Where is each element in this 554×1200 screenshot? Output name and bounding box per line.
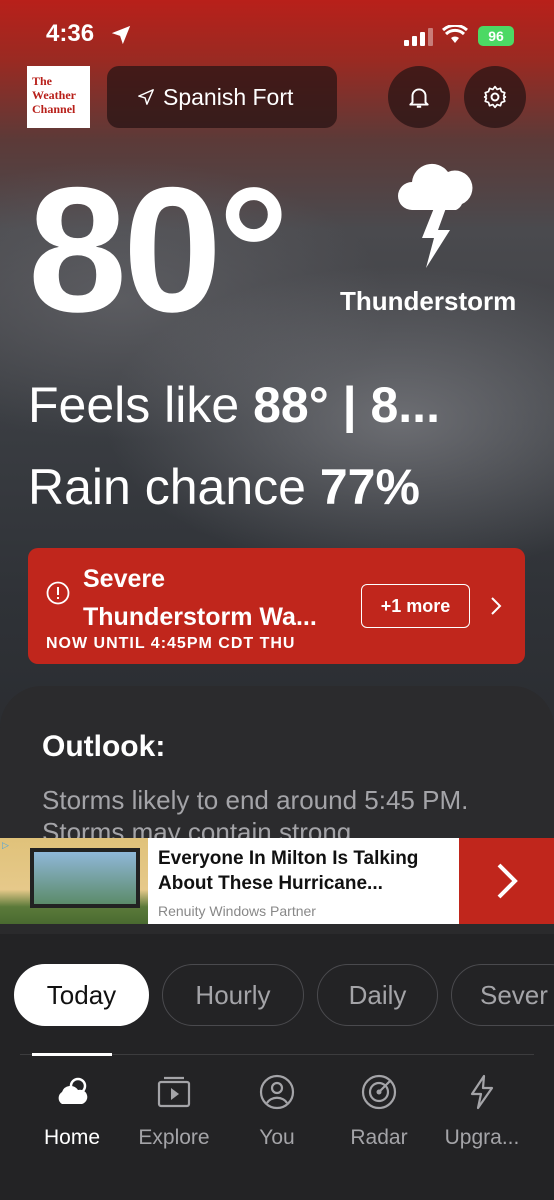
tab-severe[interactable]: Sever	[451, 964, 554, 1026]
ad-image: ▷	[0, 838, 148, 924]
ad-title-line1: Everyone In Milton Is Talking	[158, 848, 419, 869]
location-button[interactable]: Spanish Fort	[107, 66, 337, 128]
more-alerts-button[interactable]: +1 more	[361, 584, 470, 628]
feels-like-value: 88°	[253, 377, 329, 433]
ad-title-line2: About These Hurricane...	[158, 873, 383, 894]
alert-time-range: NOW UNTIL 4:45PM CDT THU	[46, 635, 296, 652]
logo-line: The	[32, 74, 53, 88]
nav-you-label: You	[259, 1126, 295, 1149]
wifi-icon	[442, 25, 468, 43]
status-time: 4:36	[46, 20, 95, 47]
home-weather-icon	[58, 1077, 88, 1104]
location-name: Spanish Fort	[163, 83, 294, 110]
nav-home-label: Home	[43, 1126, 101, 1149]
ad-cta-button[interactable]	[459, 838, 554, 924]
nav-upgrade-label: Upgra...	[444, 1126, 520, 1149]
battery-icon: 96	[478, 26, 514, 46]
condition-text: Thunderstorm	[340, 286, 517, 316]
ad-info-icon[interactable]: ▷	[2, 840, 9, 851]
tab-daily[interactable]: Daily	[317, 964, 438, 1026]
advertisement-banner[interactable]: ▷ Everyone In Milton Is Talking About Th…	[0, 838, 554, 924]
chevron-right-icon	[491, 597, 502, 615]
nav-radar-label: Radar	[350, 1126, 408, 1149]
navigation-arrow-icon	[138, 89, 154, 105]
nav-you[interactable]: You	[232, 1072, 322, 1150]
gear-icon	[483, 85, 507, 109]
alert-title-line2: Thunderstorm Wa...	[83, 603, 317, 631]
cellular-signal-icon	[404, 28, 433, 46]
bell-icon	[409, 88, 429, 108]
nav-explore-label: Explore	[138, 1126, 210, 1149]
nav-home[interactable]: Home	[27, 1072, 117, 1150]
nav-explore[interactable]: Explore	[129, 1072, 219, 1150]
video-play-icon	[157, 1076, 191, 1108]
logo-line: Channel	[32, 102, 76, 116]
tab-hourly[interactable]: Hourly	[162, 964, 304, 1026]
rain-chance: Rain chance 77%	[28, 458, 420, 516]
nav-active-indicator	[32, 1053, 112, 1056]
weather-channel-logo[interactable]: The Weather Channel	[27, 66, 90, 128]
tab-today[interactable]: Today	[14, 964, 149, 1026]
location-arrow-icon	[111, 25, 131, 45]
feels-like-rest: | 8...	[328, 377, 440, 433]
current-temperature: 80°	[28, 150, 289, 349]
ad-source: Renuity Windows Partner	[158, 903, 316, 919]
chevron-right-icon	[497, 863, 518, 899]
nav-upgrade[interactable]: Upgra...	[437, 1072, 527, 1150]
bottom-panel: Today Hourly Daily Sever Home Explore Yo…	[0, 934, 554, 1200]
rain-chance-value: 77%	[319, 459, 420, 515]
alert-title: Severe Thunderstorm Wa...	[83, 560, 353, 636]
user-profile-icon	[259, 1074, 295, 1110]
outlook-title: Outlook:	[42, 730, 166, 763]
nav-radar[interactable]: Radar	[334, 1072, 424, 1150]
status-bar: 4:36 96	[0, 0, 554, 64]
notifications-button[interactable]	[388, 66, 450, 128]
rain-chance-label: Rain chance	[28, 459, 320, 515]
ad-window-graphic	[30, 848, 140, 908]
alert-title-line1: Severe	[83, 565, 166, 593]
lightning-bolt-icon	[470, 1074, 494, 1110]
alert-circle-icon	[46, 581, 70, 605]
ad-title: Everyone In Milton Is Talking About Thes…	[158, 846, 452, 896]
radar-icon	[361, 1074, 397, 1110]
feels-like: Feels like 88° | 8...	[28, 376, 528, 434]
settings-button[interactable]	[464, 66, 526, 128]
logo-line: Weather	[32, 88, 76, 102]
severe-weather-alert[interactable]: Severe Thunderstorm Wa... +1 more NOW UN…	[28, 548, 525, 664]
thunderstorm-icon	[398, 163, 473, 268]
feels-like-label: Feels like	[28, 377, 254, 433]
